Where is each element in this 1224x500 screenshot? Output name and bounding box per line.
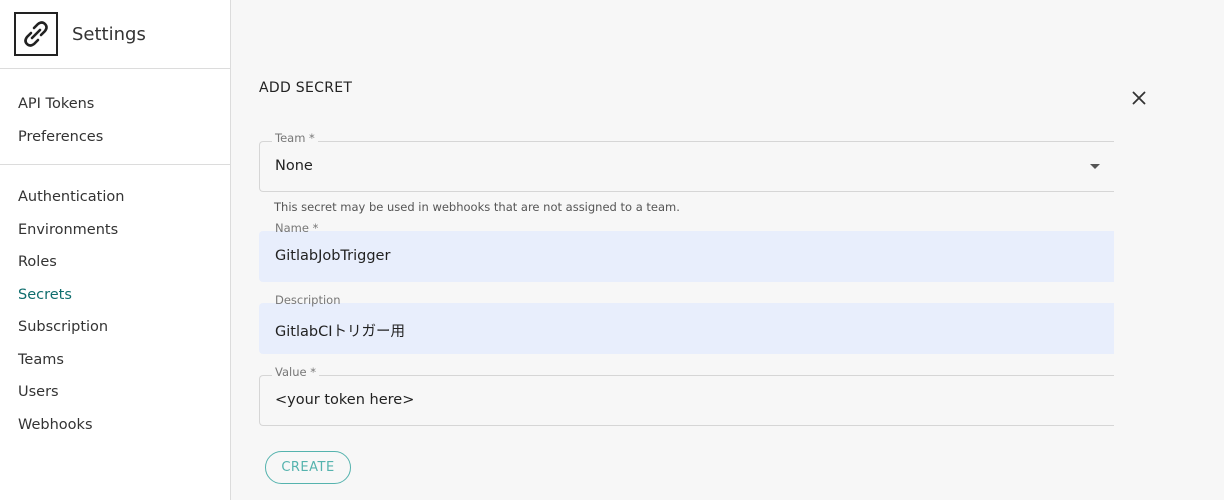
value-field[interactable]: Value * <your token here>: [259, 365, 1114, 426]
value-label: Value *: [272, 365, 319, 379]
team-value: None: [275, 158, 313, 174]
name-value: GitlabJobTrigger: [275, 248, 391, 264]
chevron-down-icon: [1090, 164, 1100, 169]
sidebar: Settings API Tokens Preferences Authenti…: [0, 0, 231, 500]
sidebar-item-secrets[interactable]: Secrets: [0, 279, 230, 312]
sidebar-item-api-tokens[interactable]: API Tokens: [0, 87, 230, 120]
name-field[interactable]: Name * GitlabJobTrigger: [259, 221, 1114, 282]
brand-header: Settings: [0, 0, 230, 69]
sidebar-item-preferences[interactable]: Preferences: [0, 120, 230, 153]
close-icon: [1132, 91, 1146, 105]
sidebar-group-organization: Authentication Environments Roles Secret…: [0, 165, 230, 445]
team-select[interactable]: Team * None: [259, 131, 1114, 192]
description-label: Description: [275, 293, 341, 307]
close-button[interactable]: [1128, 87, 1150, 109]
link-logo-icon: [14, 12, 58, 56]
sidebar-item-subscription[interactable]: Subscription: [0, 311, 230, 344]
name-label: Name *: [275, 221, 319, 235]
description-field[interactable]: Description GitlabCIトリガー用: [259, 293, 1114, 354]
panel-title: ADD SECRET: [259, 80, 353, 96]
create-button[interactable]: CREATE: [265, 451, 351, 484]
sidebar-item-environments[interactable]: Environments: [0, 214, 230, 247]
sidebar-item-webhooks[interactable]: Webhooks: [0, 409, 230, 442]
team-label: Team *: [272, 131, 318, 145]
add-secret-panel: ADD SECRET Team * None This secret may b…: [232, 0, 1224, 500]
page-title: Settings: [72, 23, 146, 45]
value-value: <your token here>: [275, 392, 415, 408]
team-helper-text: This secret may be used in webhooks that…: [274, 200, 680, 214]
description-value: GitlabCIトリガー用: [275, 324, 405, 340]
sidebar-group-account: API Tokens Preferences: [0, 69, 230, 165]
sidebar-item-authentication[interactable]: Authentication: [0, 181, 230, 214]
sidebar-item-users[interactable]: Users: [0, 376, 230, 409]
sidebar-item-teams[interactable]: Teams: [0, 344, 230, 377]
sidebar-item-roles[interactable]: Roles: [0, 246, 230, 279]
